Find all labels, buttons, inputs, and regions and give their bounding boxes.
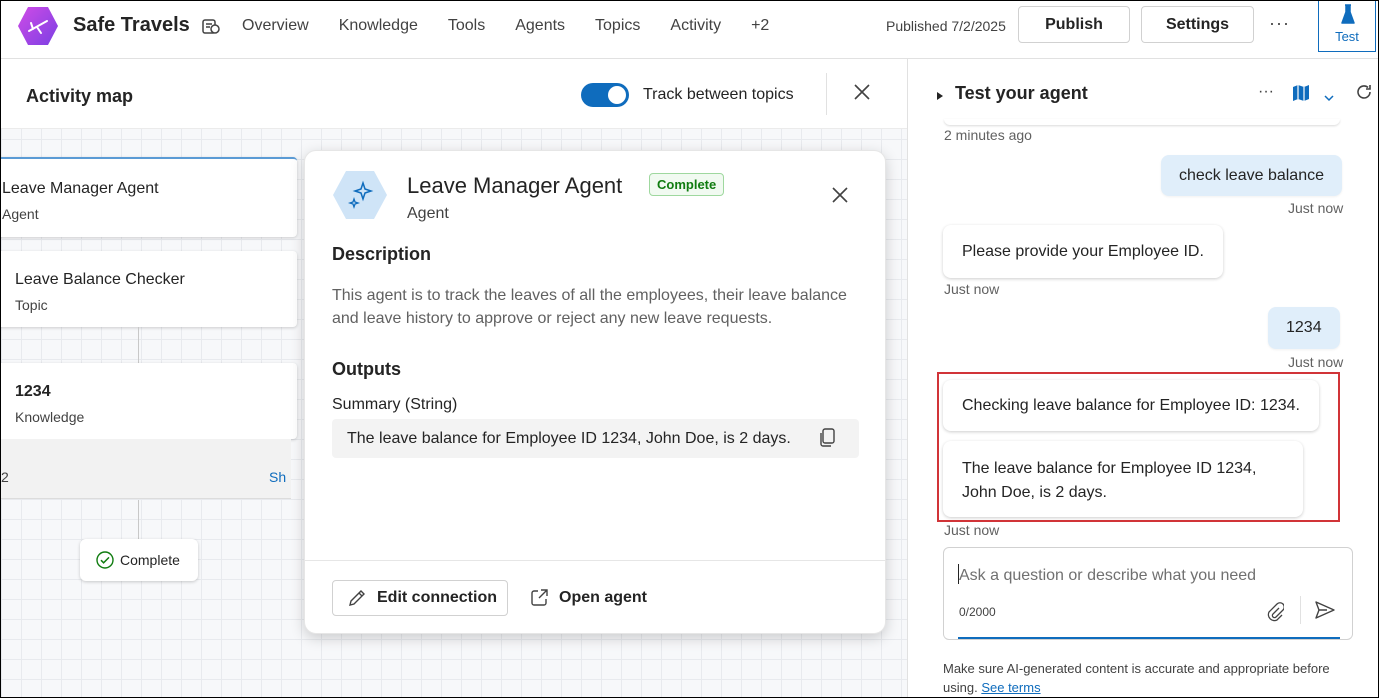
refresh-icon[interactable] (1354, 82, 1374, 107)
see-terms-link[interactable]: See terms (981, 680, 1040, 695)
message-composer[interactable]: Ask a question or describe what you need… (943, 547, 1353, 640)
app-title: Safe Travels (73, 14, 190, 36)
nav-agents[interactable]: Agents (515, 17, 565, 35)
description-text: This agent is to track the leaves of all… (332, 287, 847, 327)
edit-connection-button[interactable]: Edit connection (332, 580, 508, 616)
message-input-placeholder[interactable]: Ask a question or describe what you need (959, 567, 1256, 585)
activity-header: Activity map Track between topics (1, 59, 907, 129)
flow-card-agent[interactable]: Leave Manager Agent Agent (1, 157, 297, 237)
user-message: 1234 (1268, 307, 1340, 349)
dialog-divider (305, 560, 885, 561)
timestamp: Just now (1288, 354, 1344, 370)
flow-card-title: Leave Balance Checker (15, 271, 185, 288)
agent-hexagon-icon (333, 171, 387, 219)
top-nav: Overview Knowledge Tools Agents Topics A… (242, 17, 799, 35)
agent-name: Leave Manager Agent (407, 173, 623, 198)
ai-disclaimer: Make sure AI-generated content is accura… (943, 659, 1353, 697)
publish-button[interactable]: Publish (1018, 6, 1130, 43)
activity-map-title: Activity map (26, 86, 134, 106)
open-agent-label: Open agent (559, 589, 648, 606)
show-more-link[interactable]: Sh (269, 469, 286, 485)
collapse-caret-icon[interactable] (936, 88, 944, 106)
top-bar: Safe Travels Overview Knowledge Tools Ag… (1, 1, 1378, 59)
more-options-icon[interactable]: ··· (1269, 13, 1290, 34)
track-topics-toggle[interactable] (581, 83, 629, 107)
flow-card-type: Topic (15, 297, 48, 313)
bot-message: Please provide your Employee ID. (943, 225, 1223, 278)
airplane-icon (28, 20, 48, 34)
flow-card-type: Knowledge (15, 409, 85, 425)
agent-detail-card: Leave Manager Agent Complete Agent Descr… (304, 150, 886, 634)
flask-icon (1341, 4, 1355, 24)
open-external-icon (531, 589, 548, 606)
flow-card-type: Agent (2, 206, 39, 222)
timestamp: Just now (944, 522, 1000, 538)
flow-card-footer (1, 439, 291, 499)
flow-card-title: Leave Manager Agent (2, 180, 159, 197)
pencil-icon (349, 590, 365, 606)
flow-count: 2 (1, 469, 9, 485)
activity-map-panel: Activity map Track between topics Leave … (1, 59, 907, 697)
complete-label: Complete (120, 552, 180, 568)
test-panel-title: Test your agent (955, 83, 1088, 103)
more-options-icon[interactable]: ··· (1258, 83, 1274, 101)
output-value-box: The leave balance for Employee ID 1234, … (332, 419, 859, 458)
description-heading: Description (332, 244, 432, 264)
nav-activity[interactable]: Activity (670, 17, 721, 35)
published-status: Published 7/2/2025 (886, 18, 1006, 34)
output-label: Summary (String) (332, 396, 458, 413)
test-tab[interactable]: Test (1318, 1, 1376, 52)
agent-settings-icon[interactable] (201, 16, 221, 41)
char-counter: 0/2000 (959, 605, 996, 619)
edit-connection-label: Edit connection (377, 589, 497, 606)
flow-connector (138, 500, 139, 540)
previous-message-bubble (944, 119, 1340, 125)
timestamp: Just now (1288, 200, 1344, 216)
test-panel-header: Test your agent ··· (908, 59, 1378, 123)
user-message: check leave balance (1161, 155, 1342, 196)
nav-overview[interactable]: Overview (242, 17, 309, 35)
timestamp: 2 minutes ago (944, 127, 1032, 143)
nav-tools[interactable]: Tools (448, 17, 485, 35)
track-topics-label: Track between topics (643, 86, 794, 103)
nav-knowledge[interactable]: Knowledge (339, 17, 418, 35)
composer-focus-underline (958, 637, 1340, 639)
copy-icon[interactable] (818, 428, 836, 453)
outputs-heading: Outputs (332, 359, 401, 379)
open-agent-button[interactable]: Open agent (527, 580, 667, 616)
complete-node: Complete (80, 539, 198, 581)
flow-card-topic[interactable]: Leave Balance Checker Topic (1, 251, 297, 327)
chat-transcript: 2 minutes ago check leave balance Just n… (908, 119, 1378, 539)
test-agent-panel: Test your agent ··· 2 minutes ago check … (907, 59, 1378, 697)
map-icon[interactable] (1292, 84, 1310, 107)
highlight-box (937, 372, 1340, 522)
flow-connector (138, 327, 139, 363)
composer-divider (1300, 596, 1301, 624)
attach-icon[interactable] (1266, 602, 1285, 627)
close-icon[interactable] (831, 186, 849, 209)
nav-topics[interactable]: Topics (595, 17, 640, 35)
send-icon[interactable] (1315, 601, 1335, 624)
status-badge: Complete (649, 173, 725, 196)
test-tab-label: Test (1335, 29, 1359, 44)
chevron-down-icon[interactable] (1324, 89, 1334, 107)
app-frame: Safe Travels Overview Knowledge Tools Ag… (0, 0, 1379, 698)
nav-more-tabs[interactable]: +2 (751, 17, 769, 35)
toggle-knob (608, 86, 626, 104)
timestamp: Just now (944, 281, 1000, 297)
check-circle-icon (96, 551, 114, 569)
app-logo (18, 7, 58, 45)
header-divider (826, 73, 827, 115)
flow-card-knowledge[interactable]: 1234 Knowledge (1, 363, 297, 439)
output-value: The leave balance for Employee ID 1234, … (347, 430, 791, 447)
flow-card-title: 1234 (15, 383, 51, 400)
close-icon[interactable] (853, 83, 871, 106)
settings-button[interactable]: Settings (1141, 6, 1254, 43)
agent-type: Agent (407, 205, 449, 222)
